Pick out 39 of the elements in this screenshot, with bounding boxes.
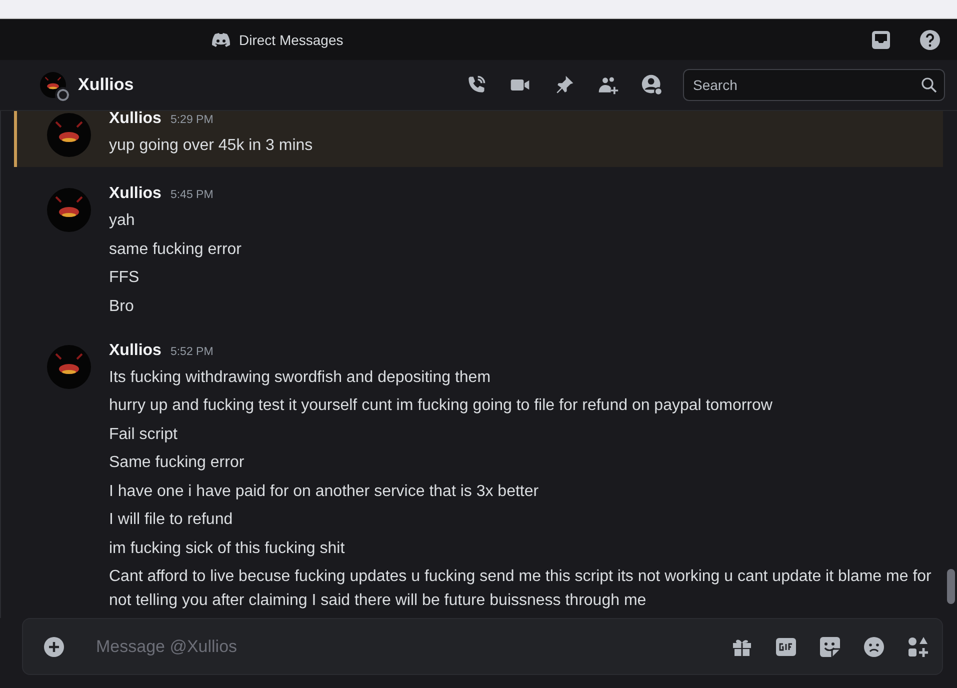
- window-title: Direct Messages: [239, 32, 344, 48]
- message-text: Its fucking withdrawing swordfish and depositing them: [109, 368, 492, 388]
- message-text: same fucking error: [109, 240, 242, 260]
- inbox-icon[interactable]: [871, 30, 891, 50]
- help-icon[interactable]: [919, 28, 941, 50]
- timestamp: 5:45 PM: [170, 189, 214, 201]
- avatar: [47, 344, 91, 388]
- add-attachment-icon[interactable]: [43, 636, 65, 658]
- message-text: im fucking sick of this fucking shit: [109, 538, 346, 558]
- message-text: Cant afford to live becuse fucking updates u fucking send me this script its not working u cant update it blame me for not telling you after claiming I said there will be future buissness through me: [109, 567, 932, 611]
- timestamp: 5:52 PM: [170, 346, 214, 358]
- discord-logo-icon: [212, 32, 230, 46]
- user-profile-icon[interactable]: [641, 74, 663, 96]
- message-text: Bro: [109, 296, 135, 316]
- avatar: [47, 113, 91, 157]
- search-icon: [921, 77, 937, 93]
- author-name[interactable]: Xullios: [109, 342, 162, 360]
- timestamp: 5:29 PM: [170, 114, 214, 126]
- add-people-icon[interactable]: [597, 74, 619, 96]
- sticker-icon[interactable]: [819, 636, 841, 658]
- message-text: hurry up and fucking test it yourself cunt im fucking going to file for refund on paypal tomorrow: [109, 396, 774, 416]
- channel-name: Xullios: [78, 75, 135, 95]
- message-text: yup going over 45k in 3 mins: [109, 136, 314, 156]
- message-composer[interactable]: Message @Xullios: [22, 618, 943, 675]
- sad-face-icon[interactable]: [863, 636, 885, 658]
- message-text: yah: [109, 211, 136, 231]
- message-text: Same fucking error: [109, 453, 246, 473]
- gif-icon[interactable]: [775, 636, 797, 658]
- avatar: [47, 188, 91, 232]
- search-field[interactable]: Search: [683, 69, 945, 101]
- author-name[interactable]: Xullios: [109, 111, 162, 128]
- message-text: Fail script: [109, 424, 178, 444]
- message-text: I will file to refund: [109, 510, 234, 530]
- scrollbar-thumb[interactable]: [947, 569, 955, 604]
- message-text: I have one i have paid for on another service that is 3x better: [109, 482, 540, 502]
- message-text: FFS: [109, 268, 140, 288]
- apps-icon[interactable]: [907, 636, 929, 658]
- status-indicator: [57, 89, 69, 101]
- author-name[interactable]: Xullios: [109, 185, 162, 203]
